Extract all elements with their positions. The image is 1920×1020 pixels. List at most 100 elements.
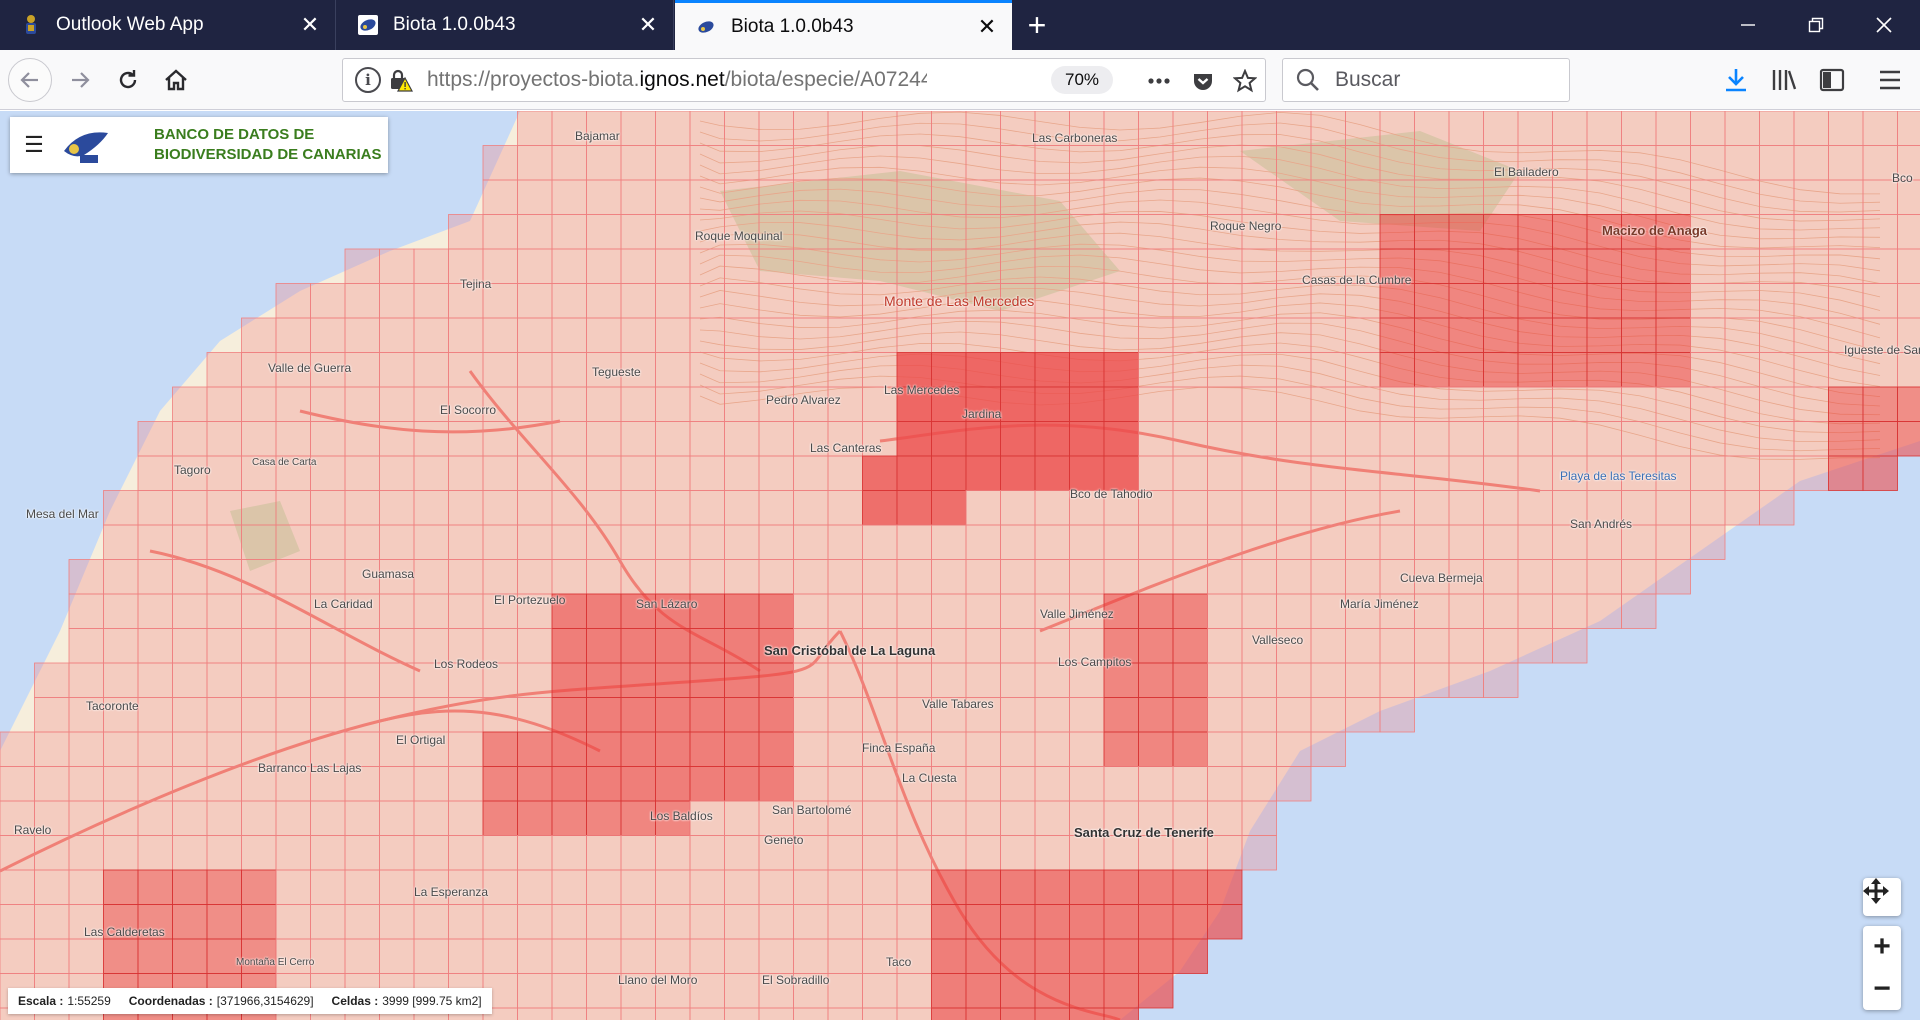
grid-cell xyxy=(310,869,346,905)
grid-cell xyxy=(206,559,242,595)
forward-button[interactable] xyxy=(58,58,102,102)
close-window-icon[interactable] xyxy=(1850,0,1918,50)
brand-title: BANCO DE DATOS DE BIODIVERSIDAD DE CANAR… xyxy=(154,125,382,165)
grid-cell xyxy=(965,938,1001,974)
grid-cell xyxy=(1379,490,1415,526)
grid-cell xyxy=(1655,111,1691,146)
place-label: Igueste de San xyxy=(1844,343,1920,357)
map-canvas[interactable] xyxy=(0,111,1920,1020)
sidebar-button[interactable] xyxy=(1810,58,1854,102)
grid-cell xyxy=(1138,973,1174,1009)
back-button[interactable] xyxy=(8,58,52,102)
grid-cell xyxy=(1793,352,1829,388)
site-info-icon[interactable]: i xyxy=(355,67,381,93)
downloads-button[interactable] xyxy=(1714,58,1758,102)
minimize-window-icon[interactable] xyxy=(1714,0,1782,50)
grid-cell xyxy=(965,145,1001,181)
search-input[interactable] xyxy=(1335,68,1555,92)
grid-cell xyxy=(275,283,311,319)
grid-cell xyxy=(517,524,553,560)
grid-cell xyxy=(1552,283,1588,319)
url-bar[interactable]: i https://proyectos-biota.ignos.net/biot… xyxy=(342,58,1266,102)
grid-cell xyxy=(655,835,691,871)
grid-cell xyxy=(758,283,794,319)
place-label: Las Carboneras xyxy=(1032,131,1118,145)
grid-cell xyxy=(1207,766,1243,802)
grid-cell xyxy=(1448,283,1484,319)
grid-cell xyxy=(379,421,415,457)
place-label: El Portezuelo xyxy=(494,593,566,607)
grid-cell xyxy=(1724,352,1760,388)
zoom-out-button[interactable]: − xyxy=(1863,968,1901,1010)
grid-cell xyxy=(1828,352,1864,388)
grid-cell xyxy=(310,317,346,353)
bookmark-star-icon[interactable] xyxy=(1229,65,1261,97)
grid-cell xyxy=(724,524,760,560)
tab-biota-1[interactable]: Biota 1.0.0b43 ✕ xyxy=(337,0,674,50)
grid-cell xyxy=(1276,559,1312,595)
search-bar[interactable] xyxy=(1282,58,1570,102)
pocket-icon[interactable] xyxy=(1187,65,1219,97)
grid-cell xyxy=(1690,524,1726,560)
insecure-lock-icon[interactable] xyxy=(387,67,414,93)
grid-cell xyxy=(413,766,449,802)
grid-cell xyxy=(1793,283,1829,319)
grid-cell xyxy=(172,731,208,767)
grid-cell xyxy=(1069,938,1105,974)
new-tab-button[interactable]: + xyxy=(1012,0,1062,50)
grid-cell xyxy=(965,111,1001,146)
grid-cell xyxy=(68,938,104,974)
grid-cell xyxy=(551,1007,587,1020)
grid-cell xyxy=(1483,455,1519,491)
place-label: Valleseco xyxy=(1252,633,1304,647)
grid-cell xyxy=(862,248,898,284)
library-button[interactable] xyxy=(1762,58,1806,102)
close-tab-icon[interactable]: ✕ xyxy=(637,14,659,36)
species-distribution-map[interactable]: Bajamar Las Carboneras El Bailadero Roqu… xyxy=(0,111,1920,1020)
close-tab-icon[interactable]: ✕ xyxy=(976,15,998,38)
app-menu-button[interactable] xyxy=(1868,58,1912,102)
grid-cell xyxy=(379,904,415,940)
grid-cell xyxy=(586,835,622,871)
pan-control-button[interactable] xyxy=(1863,878,1901,916)
grid-cell xyxy=(413,421,449,457)
grid-cell xyxy=(862,179,898,215)
grid-cell xyxy=(344,248,380,284)
grid-cell xyxy=(517,973,553,1009)
grid-cell xyxy=(379,490,415,526)
zoom-in-button[interactable]: + xyxy=(1863,926,1901,968)
grid-cell xyxy=(827,938,863,974)
grid-cell xyxy=(103,628,139,664)
home-button[interactable] xyxy=(154,58,198,102)
grid-cell xyxy=(862,697,898,733)
grid-cell xyxy=(793,869,829,905)
grid-cell xyxy=(172,835,208,871)
zoom-level-button[interactable]: 70% xyxy=(1051,66,1113,94)
reload-button[interactable] xyxy=(106,58,150,102)
grid-cell xyxy=(344,835,380,871)
grid-cell xyxy=(965,559,1001,595)
url-text[interactable]: https://proyectos-biota.ignos.net/biota/… xyxy=(427,68,927,92)
grid-cell xyxy=(586,455,622,491)
grid-cell xyxy=(965,904,1001,940)
close-tab-icon[interactable]: ✕ xyxy=(299,14,321,36)
grid-cell xyxy=(517,662,553,698)
grid-cell xyxy=(1724,145,1760,181)
page-actions-icon[interactable] xyxy=(1143,65,1175,97)
grid-cell xyxy=(1207,524,1243,560)
tab-outlook[interactable]: Outlook Web App ✕ xyxy=(0,0,336,50)
menu-toggle-button[interactable]: ☰ xyxy=(16,117,52,173)
grid-cell xyxy=(310,938,346,974)
grid-cell xyxy=(551,697,587,733)
grid-cell xyxy=(586,869,622,905)
place-label: Guamasa xyxy=(362,567,415,581)
tab-biota-active[interactable]: Biota 1.0.0b43 ✕ xyxy=(675,0,1012,50)
grid-cell xyxy=(1103,214,1139,250)
grid-cell xyxy=(1069,524,1105,560)
place-label: Bco de Tahodio xyxy=(1070,487,1153,501)
grid-cell xyxy=(1414,455,1450,491)
restore-window-icon[interactable] xyxy=(1782,0,1850,50)
grid-cell xyxy=(827,869,863,905)
grid-cell xyxy=(551,869,587,905)
grid-cell xyxy=(206,904,242,940)
